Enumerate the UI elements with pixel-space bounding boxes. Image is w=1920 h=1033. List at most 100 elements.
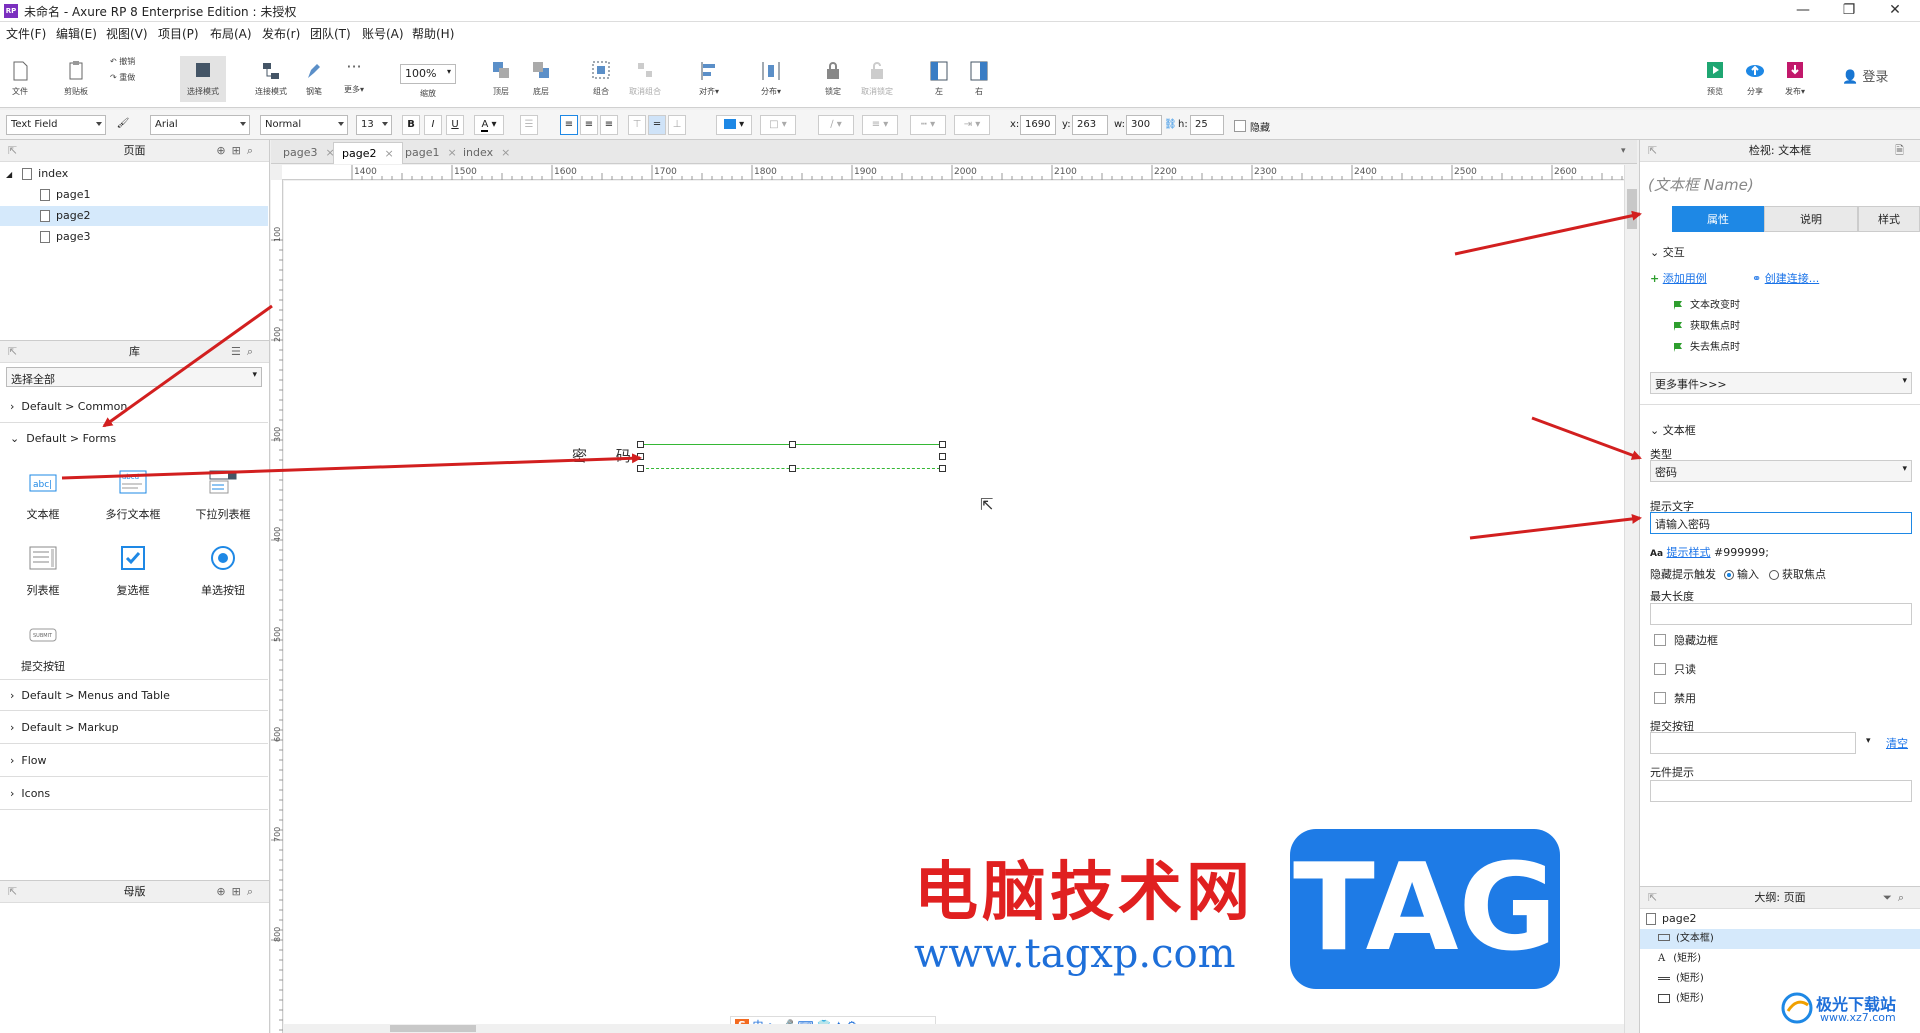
resize-handle[interactable] xyxy=(939,441,946,448)
tab-notes[interactable]: 说明 xyxy=(1764,206,1858,232)
lock-button[interactable]: 锁定 xyxy=(818,60,848,97)
add-case-link[interactable]: + 添加用例 xyxy=(1650,270,1707,286)
widget-multiline[interactable]: abcd 多行文本框 xyxy=(98,469,168,522)
fill-color-button[interactable]: ▾ xyxy=(716,115,752,135)
close-icon[interactable]: × xyxy=(501,146,510,159)
align-middle-button[interactable]: ═ xyxy=(648,115,666,135)
library-select[interactable]: 选择全部 ▾ xyxy=(6,367,262,387)
design-canvas[interactable]: 密 码 ⇱ 电脑技术网 www.tagxp.com TAG S 中 •, 🎤 ⌨… xyxy=(284,181,1624,1033)
event-blur[interactable]: 失去焦点时 xyxy=(1672,338,1740,353)
align-bottom-button[interactable]: ⊥ xyxy=(668,115,686,135)
canvas-horizontal-scrollbar[interactable] xyxy=(284,1024,1624,1033)
hint-text-input[interactable]: 请输入密码 xyxy=(1650,512,1912,534)
widget-listbox[interactable]: 列表框 xyxy=(8,545,78,598)
underline-button[interactable]: U xyxy=(446,115,464,135)
tab-properties[interactable]: 属性 xyxy=(1672,206,1764,232)
menu-project[interactable]: 项目(P) xyxy=(158,25,199,42)
library-group-markup[interactable]: › Default > Markup xyxy=(0,712,268,744)
outline-item-textbox[interactable]: (文本框) xyxy=(1640,929,1920,949)
left-panel-toggle[interactable]: 左 xyxy=(926,60,952,97)
align-button[interactable]: 对齐▾ xyxy=(694,60,724,97)
disabled-checkbox[interactable] xyxy=(1654,692,1666,704)
bring-to-top-button[interactable]: 顶层 xyxy=(486,60,516,97)
widget-textbox[interactable]: abc| 文本框 xyxy=(8,469,78,522)
login-button[interactable]: 👤 登录 xyxy=(1842,66,1888,85)
h-input[interactable]: 25 xyxy=(1190,115,1224,135)
page-item-page2[interactable]: page2 xyxy=(0,206,268,226)
clipboard-button[interactable]: 剪贴板 xyxy=(56,60,96,97)
w-input[interactable]: 300 xyxy=(1126,115,1162,135)
zoom-select[interactable]: 100% ▾ xyxy=(400,64,456,84)
tab-index[interactable]: index × xyxy=(455,142,518,164)
widget-checkbox[interactable]: 复选框 xyxy=(98,545,168,598)
hidden-checkbox[interactable] xyxy=(1234,120,1246,132)
pin-icon[interactable]: ⇱ xyxy=(1648,140,1657,162)
outline-root[interactable]: page2 xyxy=(1646,909,1696,929)
library-group-flow[interactable]: › Flow xyxy=(0,745,268,777)
close-icon[interactable]: × xyxy=(384,147,393,160)
page-tree-root[interactable]: ◢ index xyxy=(6,164,68,184)
distribute-button[interactable]: 分布▾ xyxy=(756,60,786,97)
line-style-button[interactable]: ┅ ▾ xyxy=(910,115,946,135)
widget-type-select[interactable]: Text Field xyxy=(6,115,106,135)
collapse-icon[interactable]: ◢ xyxy=(6,170,12,179)
resize-handle[interactable] xyxy=(789,465,796,472)
canvas-vertical-scrollbar[interactable] xyxy=(1624,165,1638,1033)
style-edit-icon[interactable]: 🖌 xyxy=(114,115,132,135)
align-left-button[interactable]: ≡ xyxy=(560,115,578,135)
italic-button[interactable]: I xyxy=(424,115,442,135)
lock-ratio-icon[interactable]: ⛓ xyxy=(1164,119,1177,130)
scroll-thumb[interactable] xyxy=(1627,189,1637,229)
page-item-page3[interactable]: page3 xyxy=(40,227,90,247)
textbox-section[interactable]: ⌄ 文本框 xyxy=(1650,422,1696,438)
undo-button[interactable]: ↶ 撤销 xyxy=(110,56,150,67)
resize-handle[interactable] xyxy=(637,465,644,472)
interaction-section[interactable]: ⌄ 交互 xyxy=(1650,244,1685,260)
align-top-button[interactable]: ⊤ xyxy=(628,115,646,135)
hide-border-checkbox[interactable] xyxy=(1654,634,1666,646)
right-panel-toggle[interactable]: 右 xyxy=(966,60,992,97)
shadow-button[interactable]: □ ▾ xyxy=(760,115,796,135)
clear-link[interactable]: 清空 xyxy=(1886,735,1908,751)
pages-actions[interactable]: ⊕⊞⌕ xyxy=(216,140,259,162)
more-button[interactable]: ··· 更多▾ xyxy=(340,59,368,95)
event-focus[interactable]: 获取焦点时 xyxy=(1672,317,1740,332)
publish-button[interactable]: 发布▾ xyxy=(1780,60,1810,97)
outline-item-line[interactable]: (矩形) xyxy=(1658,969,1704,989)
create-link-link[interactable]: ⚭ 创建连接... xyxy=(1752,270,1819,286)
outline-actions[interactable]: ⏷⌕ xyxy=(1883,887,1910,909)
file-button[interactable]: 文件 xyxy=(6,60,34,97)
resize-handle[interactable] xyxy=(637,441,644,448)
minimize-button[interactable]: — xyxy=(1780,0,1826,22)
submit-button-select[interactable] xyxy=(1650,732,1856,754)
max-length-input[interactable] xyxy=(1650,603,1912,625)
font-style-select[interactable]: Normal xyxy=(260,115,348,135)
readonly-checkbox[interactable] xyxy=(1654,663,1666,675)
menu-edit[interactable]: 编辑(E) xyxy=(56,25,97,42)
menu-help[interactable]: 帮助(H) xyxy=(412,25,454,42)
x-input[interactable]: 1690 xyxy=(1020,115,1056,135)
line-width-button[interactable]: ≡ ▾ xyxy=(862,115,898,135)
scroll-thumb[interactable] xyxy=(390,1025,476,1032)
pin-icon[interactable]: ⇱ xyxy=(8,341,17,363)
menu-publish[interactable]: 发布(r) xyxy=(262,25,300,42)
resize-handle[interactable] xyxy=(939,465,946,472)
outline-item-text[interactable]: A (矩形) xyxy=(1658,949,1701,969)
library-group-icons[interactable]: › Icons xyxy=(0,778,268,810)
tabs-menu-icon[interactable]: ▾ xyxy=(1621,146,1626,156)
connect-mode-button[interactable]: 连接模式 xyxy=(248,60,294,97)
font-color-button[interactable]: A ▾ xyxy=(474,115,504,135)
password-label[interactable]: 密 码 xyxy=(572,445,643,466)
preview-button[interactable]: 预览 xyxy=(1700,60,1730,97)
pin-icon[interactable]: ⇱ xyxy=(1648,887,1657,909)
type-select[interactable]: 密码 ▾ xyxy=(1650,460,1912,482)
library-group-menus[interactable]: › Default > Menus and Table xyxy=(0,679,268,711)
menu-view[interactable]: 视图(V) xyxy=(106,25,148,42)
group-button[interactable]: 组合 xyxy=(586,60,616,97)
font-family-select[interactable]: Arial xyxy=(150,115,250,135)
share-button[interactable]: 分享 xyxy=(1740,60,1770,97)
align-right-button[interactable]: ≡ xyxy=(600,115,618,135)
resize-handle[interactable] xyxy=(637,453,644,460)
masters-actions[interactable]: ⊕⊞⌕ xyxy=(216,881,259,903)
tooltip-input[interactable] xyxy=(1650,780,1912,802)
